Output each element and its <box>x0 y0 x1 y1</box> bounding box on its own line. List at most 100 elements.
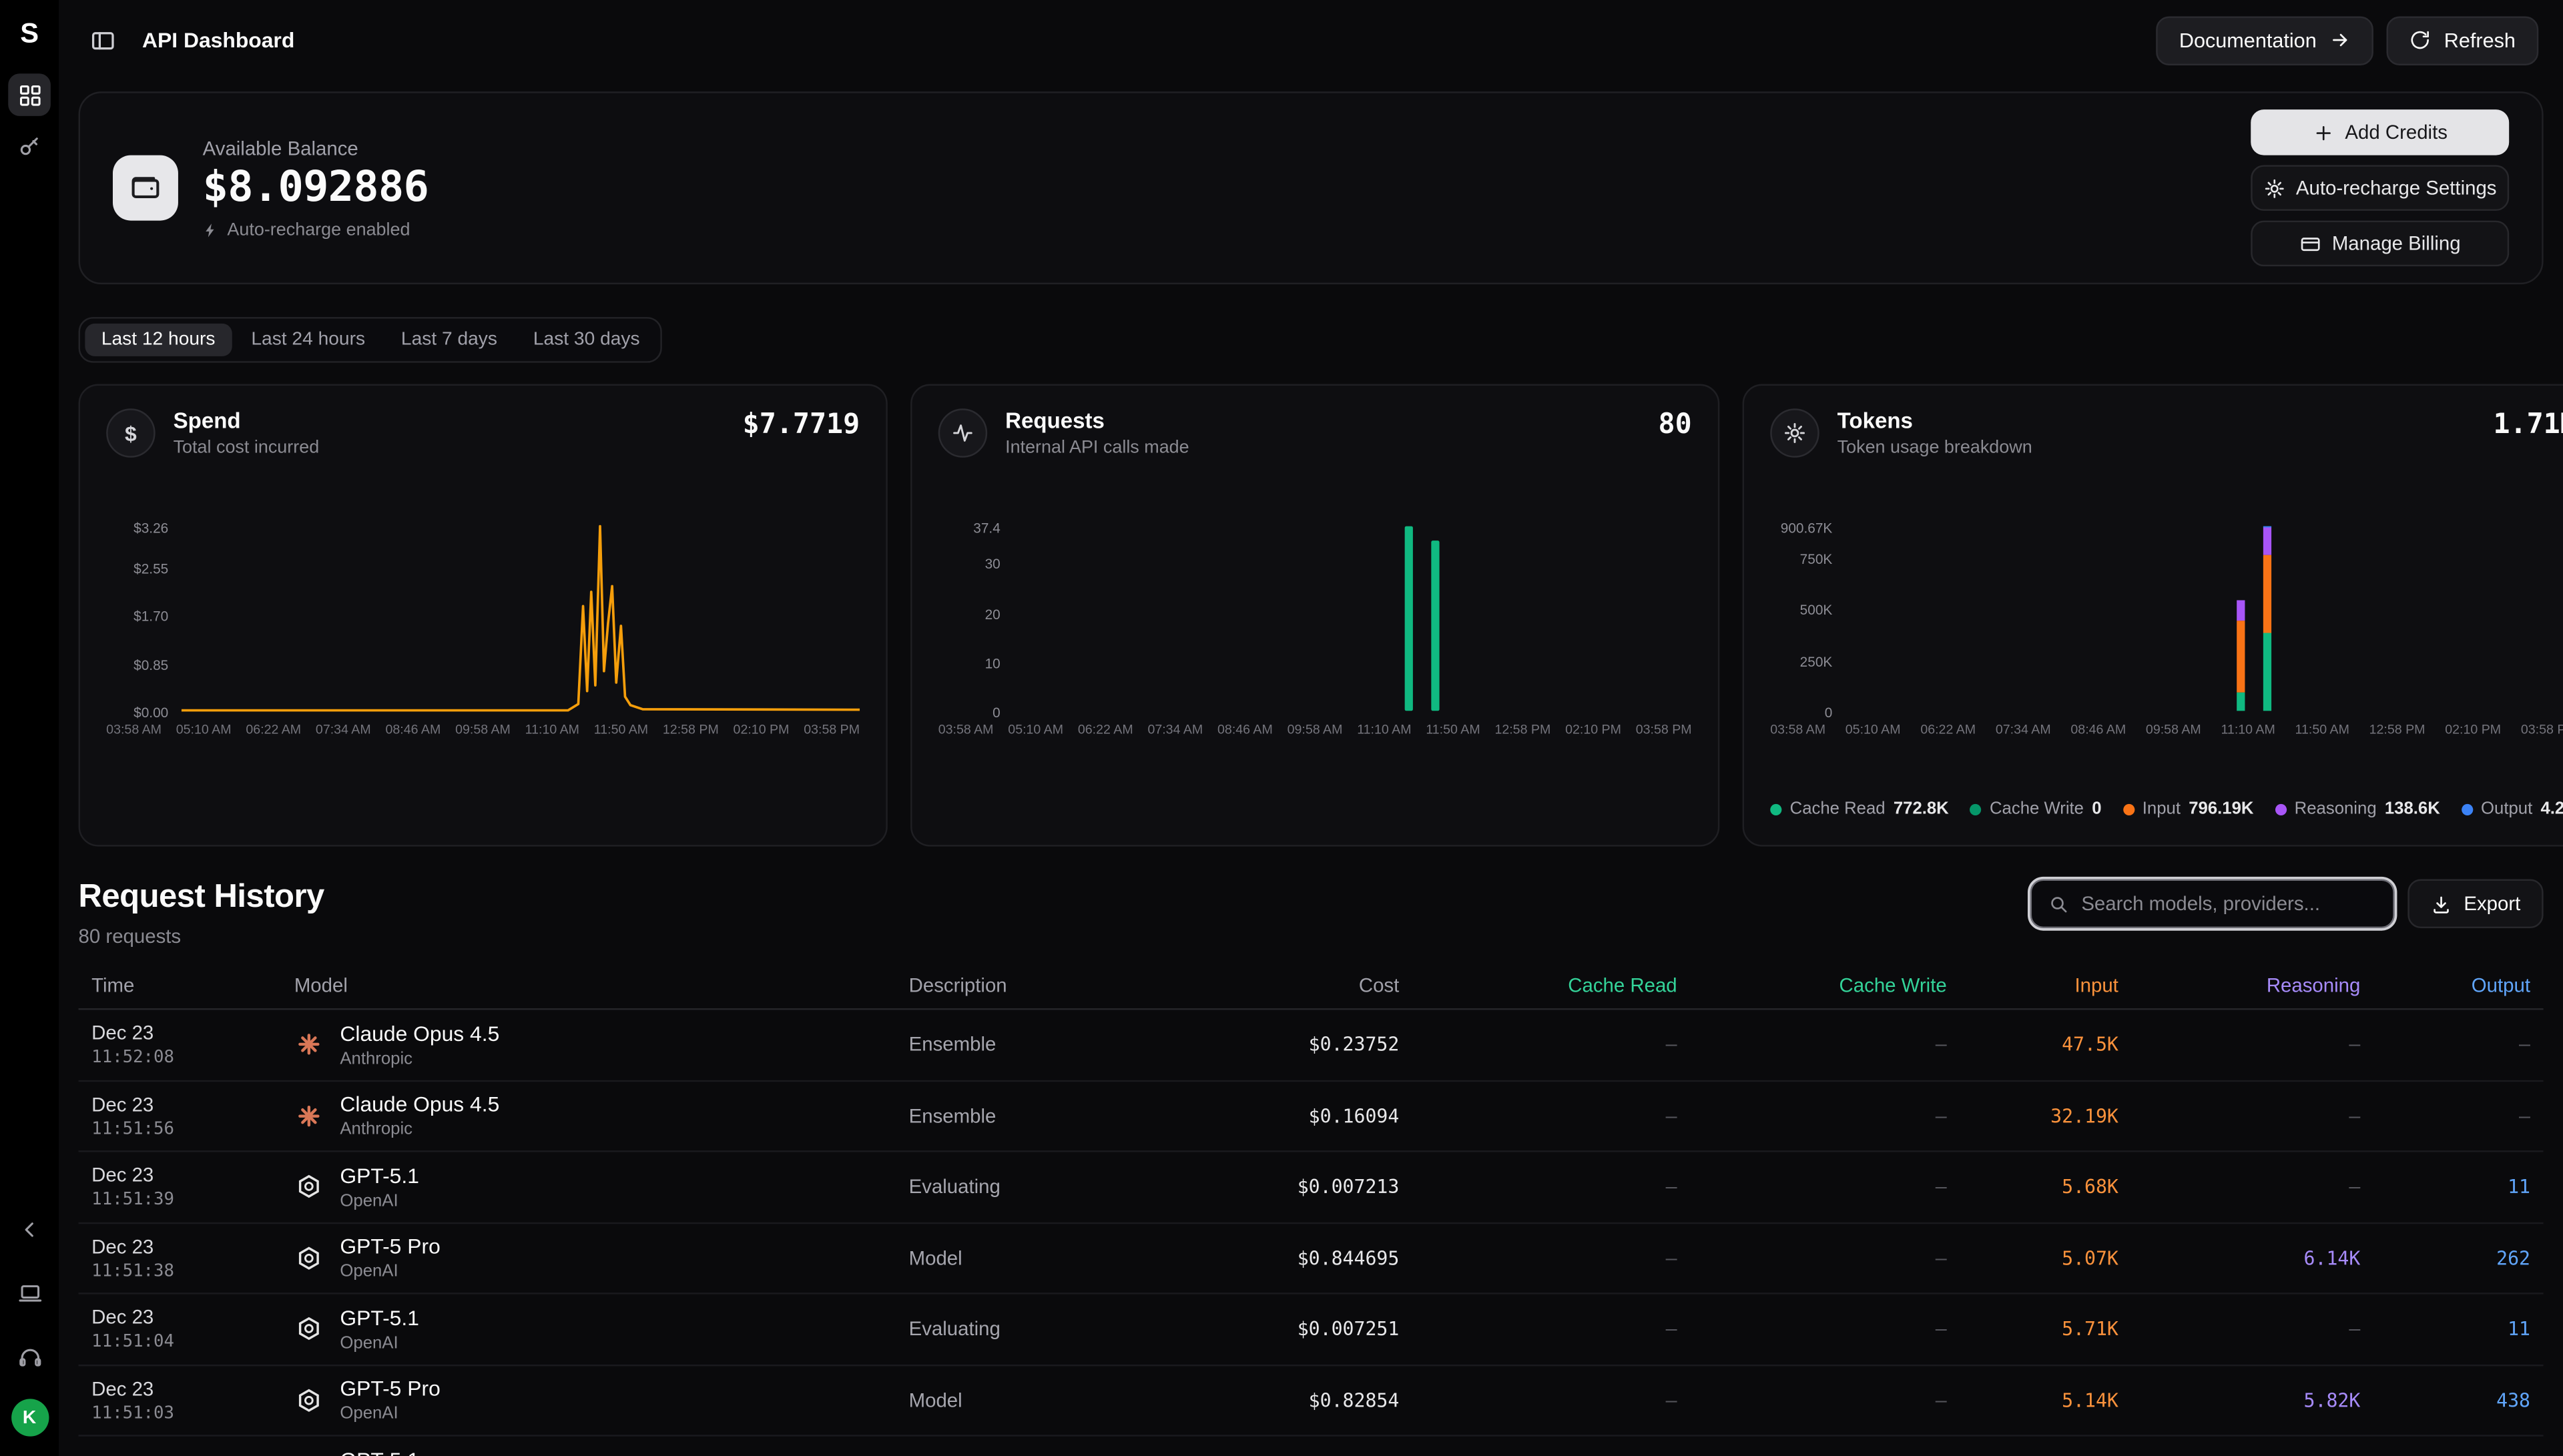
row-time: 11:52:08 <box>91 1048 294 1067</box>
time-cell: Dec 2311:51:03 <box>91 1377 294 1423</box>
legend-item: Input796.19K <box>2122 799 2253 819</box>
model-provider: OpenAI <box>340 1333 419 1353</box>
tokens-card-header: Tokens Token usage breakdown 1.71M <box>1770 408 2563 457</box>
row-input: 5.07K <box>1947 1246 2118 1269</box>
openai-icon <box>294 1172 324 1202</box>
model-cell: GPT-5.1OpenAI <box>294 1305 909 1353</box>
chevron-left-icon <box>17 1216 42 1241</box>
spend-total: $7.7719 <box>743 408 860 441</box>
user-avatar[interactable]: K <box>11 1399 48 1436</box>
model-name: GPT-5 Pro <box>340 1377 440 1401</box>
wallet-icon <box>113 155 178 221</box>
x-axis-tick: 08:46 AM <box>386 722 441 737</box>
y-axis-tick: $3.26 <box>133 520 168 536</box>
row-cache-read: — <box>1399 1175 1677 1198</box>
table-row[interactable]: Dec 2311:52:08Claude Opus 4.5AnthropicEn… <box>79 1010 2544 1081</box>
legend-item: Cache Write0 <box>1970 799 2102 819</box>
tokens-legend: Cache Read772.8KCache Write0Input796.19K… <box>1770 799 2563 822</box>
row-reasoning: — <box>2118 1175 2360 1198</box>
sidebar-item-api-keys[interactable] <box>8 124 51 167</box>
table-row[interactable]: Dec 2311:51:39GPT-5.1OpenAIEvaluating$0.… <box>79 1152 2544 1224</box>
tokens-y-axis: 900.67K750K500K250K0 <box>1770 513 1845 713</box>
plus-icon <box>2312 121 2333 143</box>
model-provider: OpenAI <box>340 1404 440 1423</box>
y-axis-tick: $2.55 <box>133 560 168 576</box>
manage-billing-button[interactable]: Manage Billing <box>2251 221 2509 267</box>
x-axis-tick: 05:10 AM <box>1008 722 1063 737</box>
y-axis-tick: 30 <box>985 556 1001 572</box>
x-axis-tick: 06:22 AM <box>1078 722 1133 737</box>
x-axis-tick: 03:58 AM <box>1770 722 1825 737</box>
row-cost: $0.16094 <box>1235 1104 1399 1127</box>
x-axis-tick: 03:58 AM <box>106 722 162 737</box>
sidebar-item-dashboard[interactable] <box>8 73 51 116</box>
table-row[interactable]: Dec 2311:51:04GPT-5.1OpenAIEvaluating$0.… <box>79 1295 2544 1366</box>
requests-x-axis: 03:58 AM05:10 AM06:22 AM07:34 AM08:46 AM… <box>938 722 1692 737</box>
model-cell: GPT-5.1OpenAI <box>294 1447 909 1456</box>
export-button[interactable]: Export <box>2408 879 2544 928</box>
y-axis-tick: $0.00 <box>133 705 168 721</box>
dollar-circle-icon: $ <box>106 408 155 457</box>
autorecharge-settings-button[interactable]: Auto-recharge Settings <box>2251 165 2509 211</box>
row-cache-read: — <box>1399 1317 1677 1340</box>
legend-dot <box>2462 803 2473 815</box>
requests-y-axis: 37.43020100 <box>938 513 1014 713</box>
time-cell: Dec 2311:51:56 <box>91 1093 294 1139</box>
row-cost: $0.007213 <box>1235 1175 1399 1198</box>
request-history-table: TimeModelDescriptionCostCache ReadCache … <box>79 961 2544 1456</box>
legend-item: Reasoning138.6K <box>2275 799 2440 819</box>
row-reasoning: 5.82K <box>2118 1389 2360 1411</box>
devices-button[interactable] <box>8 1271 51 1314</box>
sidebar: S K <box>0 0 59 1456</box>
search-icon <box>2048 893 2070 914</box>
table-row[interactable]: Dec 2311:51:38GPT-5 ProOpenAIModel$0.844… <box>79 1223 2544 1295</box>
time-range-last-7-days[interactable]: Last 7 days <box>384 324 513 356</box>
row-cache-read: — <box>1399 1389 1677 1411</box>
x-axis-tick: 11:50 AM <box>1426 722 1480 737</box>
row-date: Dec 23 <box>91 1022 294 1044</box>
column-header-output: Output <box>2360 973 2530 996</box>
documentation-button[interactable]: Documentation <box>2157 15 2374 64</box>
balance-label: Available Balance <box>203 136 429 159</box>
table-row[interactable]: Dec 2311:51:03GPT-5 ProOpenAIModel$0.828… <box>79 1365 2544 1437</box>
app-logo[interactable]: S <box>20 11 39 57</box>
refresh-button-label: Refresh <box>2444 29 2516 51</box>
row-description: Evaluating <box>909 1175 1236 1198</box>
time-cell: Dec 23 11:52:08 <box>91 1022 294 1068</box>
row-cache-write: — <box>1677 1389 1947 1411</box>
time-range-last-12-hours[interactable]: Last 12 hours <box>85 324 232 356</box>
row-description: Ensemble <box>909 1033 1236 1056</box>
autorecharge-note-label: Auto-recharge enabled <box>227 220 410 239</box>
row-date: Dec 23 <box>91 1235 294 1258</box>
legend-dot <box>1970 803 1982 815</box>
openai-icon <box>294 1315 324 1344</box>
support-button[interactable] <box>8 1335 51 1378</box>
x-axis-tick: 11:50 AM <box>2295 722 2349 737</box>
model-cell: GPT-5 Pro OpenAI <box>294 1377 909 1424</box>
main-area: API Dashboard Documentation Refresh <box>59 0 2563 1456</box>
panel-toggle-button[interactable] <box>83 21 123 60</box>
row-cost: $0.844695 <box>1235 1246 1399 1269</box>
table-row[interactable]: Dec 23GPT-5.1OpenAIEvaluating$0.013681——… <box>79 1437 2544 1456</box>
row-date: Dec 23 <box>91 1093 294 1116</box>
y-axis-tick: 0 <box>992 705 1001 721</box>
row-reasoning: — <box>2118 1033 2360 1056</box>
table-row[interactable]: Dec 2311:51:56Claude Opus 4.5AnthropicEn… <box>79 1081 2544 1152</box>
tokens-total: 1.71M <box>2493 408 2563 441</box>
add-credits-button[interactable]: Add Credits <box>2251 109 2509 155</box>
model-provider: Anthropic <box>340 1049 499 1068</box>
request-history-title: Request History <box>79 879 324 917</box>
search-input[interactable] <box>2081 892 2377 915</box>
row-output: 262 <box>2360 1246 2530 1269</box>
model-provider: OpenAI <box>340 1191 419 1210</box>
time-range-last-24-hours[interactable]: Last 24 hours <box>235 324 382 356</box>
x-axis-tick: 07:34 AM <box>1147 722 1203 737</box>
x-axis-tick: 08:46 AM <box>2070 722 2126 737</box>
row-time: 11:51:39 <box>91 1190 294 1209</box>
x-axis-tick: 12:58 PM <box>1494 722 1550 737</box>
download-icon <box>2431 893 2452 914</box>
y-axis-tick: 250K <box>1800 653 1833 669</box>
time-range-last-30-days[interactable]: Last 30 days <box>517 324 656 356</box>
collapse-sidebar-button[interactable] <box>8 1208 51 1250</box>
refresh-button[interactable]: Refresh <box>2387 15 2538 64</box>
